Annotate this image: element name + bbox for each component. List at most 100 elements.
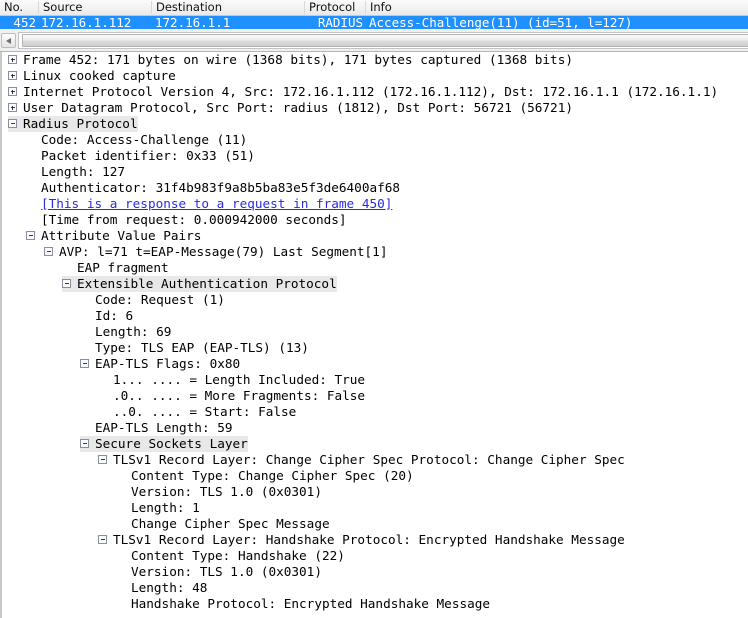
tree-row-response-to-request-link[interactable]: [This is a response to a request in fram…: [2, 196, 748, 212]
tree-row-radius-length[interactable]: Length: 127: [2, 164, 748, 180]
column-header-source[interactable]: Source: [39, 0, 151, 15]
tree-row-label: Id: 6: [95, 308, 134, 323]
tree-row-content: Type: TLS EAP (EAP-TLS) (13): [80, 340, 309, 356]
tree-row-udp[interactable]: User Datagram Protocol, Src Port: radius…: [2, 100, 748, 116]
tree-row-hs-protocol-message[interactable]: Handshake Protocol: Encrypted Handshake …: [2, 596, 748, 612]
column-header-info[interactable]: Info: [366, 0, 748, 15]
horizontal-scrollbar[interactable]: [0, 29, 748, 52]
tree-row-ccs-length[interactable]: Length: 1: [2, 500, 748, 516]
scrollbar-track[interactable]: [18, 32, 748, 49]
tree-row-label: Secure Sockets Layer: [95, 436, 248, 451]
tree-row-hs-content-type[interactable]: Content Type: Handshake (22): [2, 548, 748, 564]
expand-plus-icon[interactable]: [8, 55, 17, 64]
tree-row-content: Change Cipher Spec Message: [116, 516, 330, 532]
packet-list-column-headers: No. Source Destination Protocol Info: [0, 0, 748, 16]
tree-row-authenticator[interactable]: Authenticator: 31f4b983f9a8b5ba83e5f3de6…: [2, 180, 748, 196]
tree-row-tls-record-handshake[interactable]: TLSv1 Record Layer: Handshake Protocol: …: [2, 532, 748, 548]
tree-row-content: Code: Request (1): [80, 292, 225, 308]
tree-row-label: Authenticator: 31f4b983f9a8b5ba83e5f3de6…: [41, 180, 401, 195]
tree-row-eap-tls-length[interactable]: EAP-TLS Length: 59: [2, 420, 748, 436]
collapse-minus-icon[interactable]: [26, 231, 35, 240]
tree-row-hs-version[interactable]: Version: TLS 1.0 (0x0301): [2, 564, 748, 580]
tree-row-label: TLSv1 Record Layer: Handshake Protocol: …: [113, 532, 625, 547]
tree-row-extensible-authentication-protocol[interactable]: Extensible Authentication Protocol: [2, 276, 748, 292]
tree-row-label: Length: 127: [41, 164, 126, 179]
tree-row-radius-protocol[interactable]: Radius Protocol: [2, 116, 748, 132]
packet-cell-no: 452: [13, 16, 36, 29]
packet-cell-source: 172.16.1.112: [41, 16, 132, 29]
tree-row-content: Radius Protocol: [8, 116, 138, 132]
tree-row-avp-eap-message[interactable]: AVP: l=71 t=EAP-Message(79) Last Segment…: [2, 244, 748, 260]
tree-row-label: Code: Request (1): [95, 292, 225, 307]
tree-row-flag-start[interactable]: ..0. .... = Start: False: [2, 404, 748, 420]
scrollbar-thumb[interactable]: [22, 34, 748, 47]
tree-row-linux-cooked-capture[interactable]: Linux cooked capture: [2, 68, 748, 84]
tree-row-content: EAP-TLS Flags: 0x80: [80, 356, 240, 372]
tree-row-label: Frame 452: 171 bytes on wire (1368 bits)…: [23, 52, 573, 67]
tree-row-radius-code[interactable]: Code: Access-Challenge (11): [2, 132, 748, 148]
tree-row-content: Length: 69: [80, 324, 171, 340]
tree-row-label: Extensible Authentication Protocol: [77, 276, 337, 291]
tree-row-secure-sockets-layer[interactable]: Secure Sockets Layer: [2, 436, 748, 452]
tree-row-tls-record-change-cipher-spec[interactable]: TLSv1 Record Layer: Change Cipher Spec P…: [2, 452, 748, 468]
tree-row-eap-fragment[interactable]: EAP fragment: [2, 260, 748, 276]
packet-detail-pane[interactable]: Frame 452: 171 bytes on wire (1368 bits)…: [0, 52, 748, 618]
collapse-minus-icon[interactable]: [62, 279, 71, 288]
tree-row-label[interactable]: [This is a response to a request in fram…: [41, 196, 392, 211]
tree-row-label: Linux cooked capture: [23, 68, 176, 83]
column-header-protocol[interactable]: Protocol: [305, 0, 365, 15]
tree-row-label: Length: 48: [131, 580, 208, 595]
tree-row-time-from-request[interactable]: [Time from request: 0.000942000 seconds]: [2, 212, 748, 228]
expand-plus-icon[interactable]: [8, 87, 17, 96]
tree-row-content: EAP fragment: [62, 260, 169, 276]
tree-row-label: EAP fragment: [77, 260, 169, 275]
column-header-destination[interactable]: Destination: [152, 0, 304, 15]
packet-cell-info: Access-Challenge(11) (id=51, l=127): [369, 16, 633, 29]
packet-list-pane[interactable]: No. Source Destination Protocol Info 452…: [0, 0, 748, 29]
tree-row-ipv4[interactable]: Internet Protocol Version 4, Src: 172.16…: [2, 84, 748, 100]
packet-cell-protocol: RADIUS: [317, 16, 363, 29]
collapse-minus-icon[interactable]: [44, 247, 53, 256]
tree-row-content: TLSv1 Record Layer: Change Cipher Spec P…: [98, 452, 625, 468]
tree-row-hs-length[interactable]: Length: 48: [2, 580, 748, 596]
tree-row-content: TLSv1 Record Layer: Handshake Protocol: …: [98, 532, 625, 548]
tree-row-eap-id[interactable]: Id: 6: [2, 308, 748, 324]
tree-row-eap-length[interactable]: Length: 69: [2, 324, 748, 340]
tree-row-label: Code: Access-Challenge (11): [41, 132, 248, 147]
tree-row-content: User Datagram Protocol, Src Port: radius…: [8, 100, 573, 116]
tree-row-eap-code[interactable]: Code: Request (1): [2, 292, 748, 308]
tree-row-packet-identifier[interactable]: Packet identifier: 0x33 (51): [2, 148, 748, 164]
tree-row-ccs-content-type[interactable]: Content Type: Change Cipher Spec (20): [2, 468, 748, 484]
packet-cell-destination: 172.16.1.1: [155, 16, 231, 29]
tree-row-label: Version: TLS 1.0 (0x0301): [131, 564, 322, 579]
tree-row-content: Extensible Authentication Protocol: [62, 276, 337, 292]
collapse-minus-icon[interactable]: [98, 455, 107, 464]
tree-row-content: AVP: l=71 t=EAP-Message(79) Last Segment…: [44, 244, 387, 260]
tree-row-content: Handshake Protocol: Encrypted Handshake …: [116, 596, 490, 612]
packet-list-row-selected[interactable]: 452 172.16.1.112 172.16.1.1 RADIUS Acces…: [0, 16, 748, 29]
collapse-minus-icon[interactable]: [8, 119, 17, 128]
tree-row-label: Attribute Value Pairs: [41, 228, 202, 243]
collapse-minus-icon[interactable]: [80, 439, 89, 448]
tree-row-frame[interactable]: Frame 452: 171 bytes on wire (1368 bits)…: [2, 52, 748, 68]
tree-row-label: User Datagram Protocol, Src Port: radius…: [23, 100, 573, 115]
column-header-no[interactable]: No.: [0, 0, 38, 15]
expand-plus-icon[interactable]: [8, 71, 17, 80]
tree-row-label: Radius Protocol: [23, 116, 138, 131]
tree-row-eap-type[interactable]: Type: TLS EAP (EAP-TLS) (13): [2, 340, 748, 356]
tree-row-ccs-version[interactable]: Version: TLS 1.0 (0x0301): [2, 484, 748, 500]
tree-row-content: Length: 48: [116, 580, 207, 596]
tree-row-content: Content Type: Handshake (22): [116, 548, 345, 564]
tree-row-content: Secure Sockets Layer: [80, 436, 248, 452]
tree-row-flag-length-included[interactable]: 1... .... = Length Included: True: [2, 372, 748, 388]
tree-row-eap-tls-flags[interactable]: EAP-TLS Flags: 0x80: [2, 356, 748, 372]
tree-row-flag-more-fragments[interactable]: .0.. .... = More Fragments: False: [2, 388, 748, 404]
triangle-left-icon[interactable]: [1, 33, 16, 48]
collapse-minus-icon[interactable]: [98, 535, 107, 544]
tree-row-ccs-message[interactable]: Change Cipher Spec Message: [2, 516, 748, 532]
tree-row-label: ..0. .... = Start: False: [113, 404, 297, 419]
tree-row-label: Length: 1: [131, 500, 200, 515]
collapse-minus-icon[interactable]: [80, 359, 89, 368]
expand-plus-icon[interactable]: [8, 103, 17, 112]
tree-row-attribute-value-pairs[interactable]: Attribute Value Pairs: [2, 228, 748, 244]
